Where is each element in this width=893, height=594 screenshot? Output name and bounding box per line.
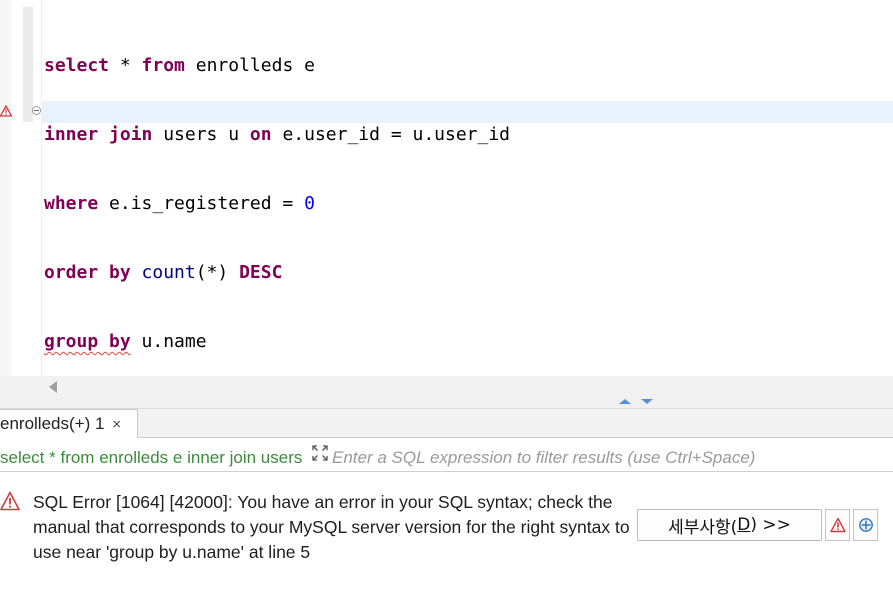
query-preview[interactable]: select * from enrolleds e inner join use… [0,448,305,468]
sql-code[interactable]: select * from enrolleds e inner join use… [44,8,510,399]
code-line-5: group by u.name [44,330,510,353]
folding-column [33,0,42,376]
keyword: on [249,124,272,145]
results-tab-bar: enrolleds(+) 1 × [0,409,893,438]
filter-bar: select * from enrolleds e inner join use… [0,443,893,472]
keyword: where [44,193,99,214]
details-mnemonic: D [737,515,751,535]
details-suffix: ) >> [750,515,791,535]
divider [0,471,893,472]
tab-results-enrolleds[interactable]: enrolleds(+) 1 × [0,409,138,438]
tab-label: enrolleds(+) 1 [0,414,105,433]
code-text: e.is_registered = [98,193,305,214]
restore-panel-icon[interactable] [641,399,653,404]
details-label: 세부사항( [668,517,738,538]
code-text: * [109,55,142,76]
keyword: inner join [44,124,153,145]
expand-query-icon[interactable] [311,444,329,462]
error-marker-icon[interactable] [0,105,12,117]
sql-editor[interactable]: select * from enrolleds e inner join use… [0,0,893,376]
error-panel: SQL Error [1064] [42000]: You have an er… [0,473,893,594]
keyword: group by [44,331,131,352]
statement-range-bar [23,7,33,122]
error-log-icon [829,517,846,533]
warning-icon [0,491,20,511]
execution-log-button[interactable] [853,509,878,541]
keyword: from [141,55,185,76]
close-tab-icon[interactable]: × [112,416,121,433]
keyword: DESC [239,262,283,283]
code-line-2: inner join users u on e.user_id = u.user… [44,123,510,146]
maximize-panel-icon[interactable] [619,399,631,404]
code-text: enrolleds e [184,55,315,76]
code-text: e.user_id = u.user_id [271,124,511,145]
target-icon [858,518,873,532]
filter-input[interactable] [332,446,887,470]
horizontal-scrollbar[interactable] [0,376,893,398]
details-button[interactable]: 세부사항(D) >> [637,509,822,541]
error-log-button[interactable] [825,509,850,541]
code-line-3: where e.is_registered = 0 [44,192,510,215]
panel-splitter[interactable] [0,398,893,409]
keyword: order by [44,262,131,283]
error-highlight: group by [44,331,131,352]
code-text: (*) [195,262,240,283]
code-line-4: order by count(*) DESC [44,261,510,284]
code-text: users u [152,124,250,145]
code-text: u.name [130,331,207,352]
error-message: SQL Error [1064] [42000]: You have an er… [33,492,630,562]
code-line-1: select * from enrolleds e [44,54,510,77]
keyword: select [44,55,110,76]
scroll-left-icon[interactable] [49,381,57,393]
number-literal: 0 [304,193,315,214]
fold-toggle-icon[interactable] [32,106,41,115]
function-name: count [141,262,196,283]
annotation-ruler [0,0,12,376]
